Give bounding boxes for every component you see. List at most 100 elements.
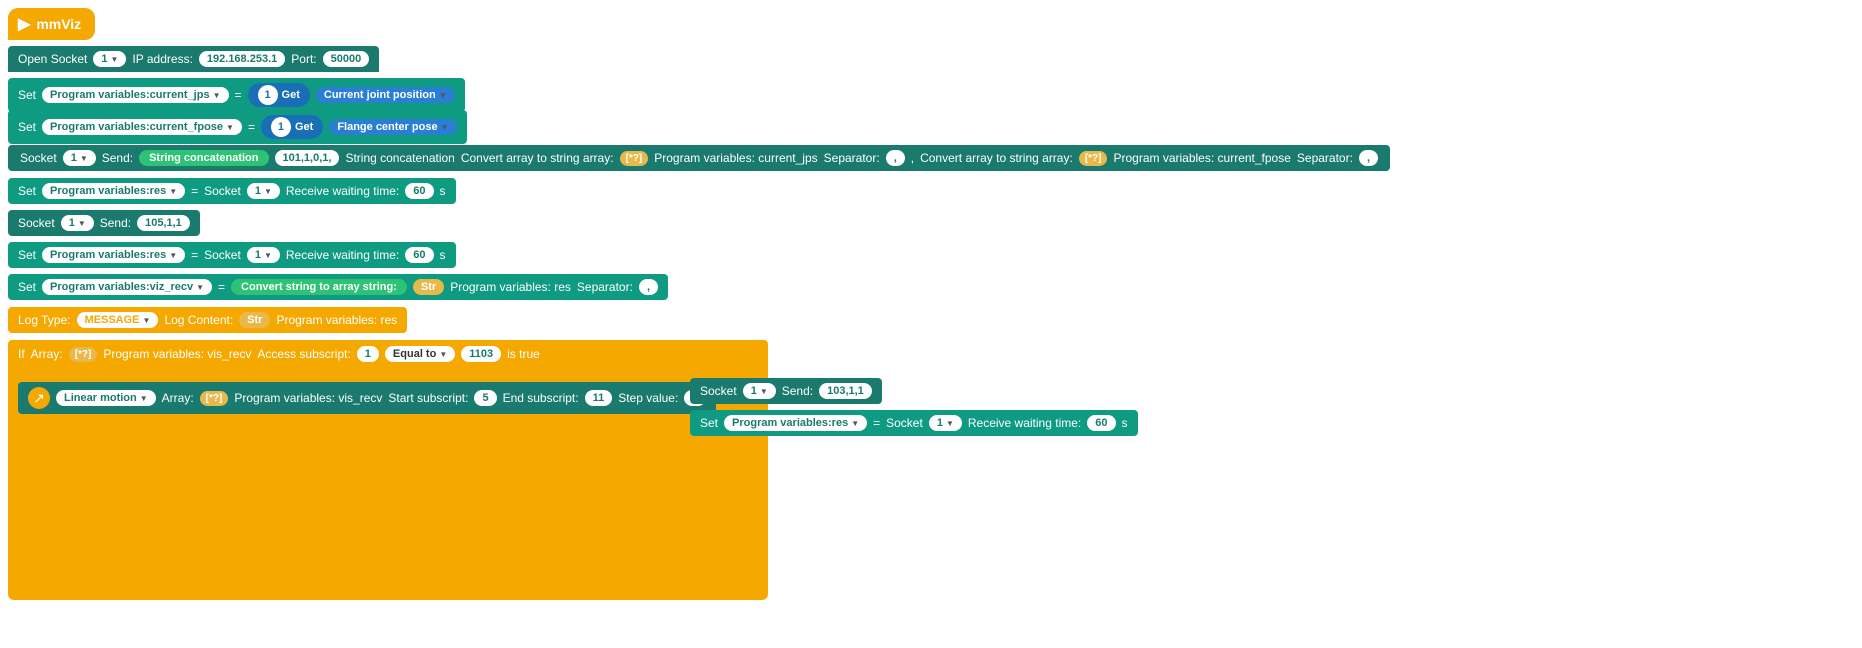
socket-label-2: Socket [18, 216, 55, 230]
socket-num-6[interactable]: 1 [929, 415, 962, 431]
log-type-dropdown[interactable]: MESSAGE [77, 312, 159, 328]
var-res-ref-5: Program variables: res [450, 280, 571, 294]
circle-2: 1 [271, 117, 291, 137]
string-concat-label: String concatenation [345, 151, 454, 165]
end-label: End subscript: [503, 391, 579, 405]
set-label-5: Set [18, 280, 36, 294]
val-101[interactable]: 101,1,0,1, [275, 150, 340, 166]
equal-label[interactable]: Equal to [385, 346, 455, 362]
equals-5: = [218, 280, 225, 294]
sep-val-5[interactable]: , [639, 279, 658, 295]
circle-1: 1 [258, 85, 278, 105]
var-vis-recv-lm: Program variables: vis_recv [234, 391, 382, 405]
linear-motion-dropdown[interactable]: Linear motion [56, 390, 156, 406]
var-jps-ref: Program variables: current_jps [654, 151, 817, 165]
socket-send-1-block: Socket 1 Send: String concatenation 101,… [8, 145, 1390, 171]
socket-label-1: Socket [20, 151, 57, 165]
get-fpose-dropdown[interactable]: Flange center pose [329, 119, 456, 135]
var-res-2-dropdown[interactable]: Program variables:res [42, 247, 185, 263]
array-label-lm: Array: [162, 391, 194, 405]
get-jps-pill[interactable]: 1 Get [248, 83, 310, 107]
subscript-val[interactable]: 1 [357, 346, 379, 362]
set-fpose-block: Set Program variables:current_fpose = 1 … [8, 110, 467, 144]
socket-num-3r[interactable]: 1 [743, 383, 776, 399]
start-label: Start subscript: [388, 391, 468, 405]
array-label-if: Array: [31, 347, 63, 361]
socket-num-dropdown[interactable]: 1 [93, 51, 126, 67]
equals-2: = [248, 120, 255, 134]
ip-value[interactable]: 192.168.253.1 [199, 51, 285, 67]
var-fpose-ref: Program variables: current_fpose [1113, 151, 1290, 165]
arr-icon-if: [*?] [69, 347, 98, 362]
sep-comma-1: , [911, 151, 914, 165]
s-label-2: s [440, 248, 446, 262]
socket-num-1[interactable]: 1 [63, 150, 96, 166]
convert-arr-label-1: Convert array to string array: [461, 151, 614, 165]
receive-label-6: Receive waiting time: [968, 416, 1081, 430]
sep-val-1[interactable]: , [886, 150, 905, 166]
equals-4: = [191, 248, 198, 262]
socket-label-3: Socket [204, 184, 241, 198]
logo-arrow-icon: ▶ [18, 14, 30, 34]
send-val-3r[interactable]: 103,1,1 [819, 383, 872, 399]
s-label-6: s [1122, 416, 1128, 430]
receive-label-2: Receive waiting time: [286, 248, 399, 262]
convert-str-pill[interactable]: Convert string to array string: [231, 279, 407, 295]
is-true-label: is true [507, 347, 540, 361]
get-fpose-pill[interactable]: 1 Get [261, 115, 323, 139]
var-fpose-dropdown[interactable]: Program variables:current_fpose [42, 119, 242, 135]
string-concat-pill-1[interactable]: String concatenation [139, 150, 268, 166]
str-icon-5: Str [413, 279, 444, 295]
send-val-2[interactable]: 105,1,1 [137, 215, 190, 231]
open-socket-label: Open Socket [18, 52, 87, 66]
if-header-row: If Array: [*?] Program variables: vis_re… [8, 340, 768, 368]
time-val-6[interactable]: 60 [1087, 415, 1115, 431]
time-val-1[interactable]: 60 [405, 183, 433, 199]
var-res-1-dropdown[interactable]: Program variables:res [42, 183, 185, 199]
set-label-1: Set [18, 88, 36, 102]
set-res-1-block: Set Program variables:res = Socket 1 Rec… [8, 178, 456, 204]
set-label-3: Set [18, 184, 36, 198]
ip-label: IP address: [132, 52, 192, 66]
set-res-2-block: Set Program variables:res = Socket 1 Rec… [8, 242, 456, 268]
if-container: If Array: [*?] Program variables: vis_re… [8, 340, 768, 600]
log-block: Log Type: MESSAGE Log Content: Str Progr… [8, 307, 407, 333]
end-val[interactable]: 11 [585, 390, 613, 406]
sep-label-2: Separator: [1297, 151, 1353, 165]
arr-icon-lm: [*?] [200, 391, 229, 406]
socket-num-4[interactable]: 1 [247, 247, 280, 263]
var-jps-dropdown[interactable]: Program variables:current_jps [42, 87, 229, 103]
log-var-ref: Program variables: res [276, 313, 397, 327]
var-res-6-dropdown[interactable]: Program variables:res [724, 415, 867, 431]
set-jps-block: Set Program variables:current_jps = 1 Ge… [8, 78, 465, 112]
socket-send-3-block: Socket 1 Send: 103,1,1 [690, 378, 882, 404]
start-val[interactable]: 5 [474, 390, 496, 406]
time-val-2[interactable]: 60 [405, 247, 433, 263]
var-viz-recv-dropdown[interactable]: Program variables:viz_recv [42, 279, 212, 295]
sep-label-5: Separator: [577, 280, 633, 294]
equal-val[interactable]: 1103 [461, 346, 501, 362]
socket-label-6: Socket [886, 416, 923, 430]
set-label-2: Set [18, 120, 36, 134]
app-logo[interactable]: ▶ mmViz [8, 8, 95, 40]
send-label-1: Send: [102, 151, 133, 165]
str-icon-log: Str [239, 312, 270, 328]
var-vis-recv-if: Program variables: vis_recv [103, 347, 251, 361]
socket-send-2-block: Socket 1 Send: 105,1,1 [8, 210, 200, 236]
get-jps-dropdown[interactable]: Current joint position [316, 87, 455, 103]
socket-num-2[interactable]: 1 [61, 215, 94, 231]
socket-label-4: Socket [204, 248, 241, 262]
if-label: If [18, 347, 25, 361]
sep-val-2[interactable]: , [1359, 150, 1378, 166]
app-name: mmViz [36, 16, 81, 32]
send-label-2: Send: [100, 216, 131, 230]
set-res-6-block: Set Program variables:res = Socket 1 Rec… [690, 410, 1138, 436]
main-canvas: ▶ mmViz Open Socket 1 IP address: 192.16… [0, 0, 1862, 648]
port-value[interactable]: 50000 [323, 51, 370, 67]
socket-label-3r: Socket [700, 384, 737, 398]
open-socket-block: Open Socket 1 IP address: 192.168.253.1 … [8, 46, 379, 72]
access-label: Access subscript: [257, 347, 350, 361]
arr-icon-2: [*?] [1079, 151, 1108, 166]
socket-num-3[interactable]: 1 [247, 183, 280, 199]
equals-6: = [873, 416, 880, 430]
